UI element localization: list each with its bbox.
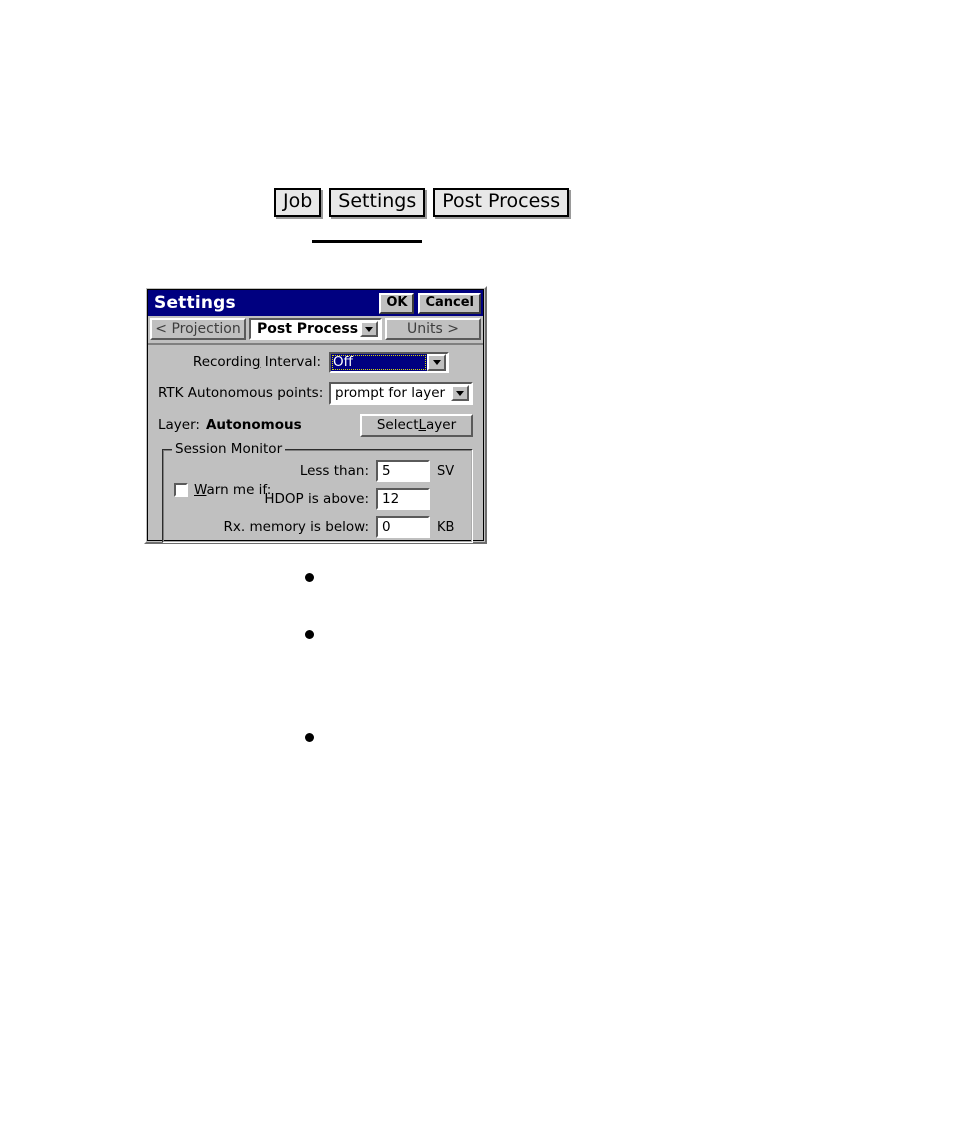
- layer-row: Layer: Autonomous Select Layer: [148, 413, 483, 437]
- dialog-body: Recording Interval: Off RTK Autonomous p…: [148, 351, 483, 543]
- warn-me-if-label-accel: W: [194, 482, 207, 498]
- breadcrumb: Job Settings Post Process: [274, 188, 570, 217]
- layer-caption: Layer:: [158, 417, 200, 433]
- dialog-titlebar: Settings OK Cancel: [148, 290, 483, 316]
- less-than-label: Less than:: [299, 463, 369, 479]
- hdop-above-row: HDOP is above: 12: [264, 488, 463, 510]
- rtk-autonomous-points-row: RTK Autonomous points: prompt for layer: [148, 381, 483, 405]
- rx-memory-below-label: Rx. memory is below:: [223, 519, 369, 535]
- bullet-item-3: [305, 733, 314, 742]
- hdop-above-label: HDOP is above:: [264, 491, 369, 507]
- breadcrumb-button-post-process[interactable]: Post Process: [433, 188, 570, 217]
- less-than-sv-unit: SV: [437, 463, 455, 479]
- select-layer-button[interactable]: Select Layer: [360, 413, 473, 437]
- ok-button[interactable]: OK: [379, 292, 415, 314]
- tab-current-label: Post Process: [257, 321, 359, 337]
- rx-memory-below-row: Rx. memory is below: 0 KB: [224, 516, 463, 538]
- horizontal-rule: [312, 240, 422, 243]
- titlebar-button-group: OK Cancel: [379, 292, 481, 314]
- rx-memory-below-input[interactable]: 0: [376, 516, 430, 538]
- recording-interval-value[interactable]: Off: [331, 353, 427, 371]
- less-than-sv-input[interactable]: 5: [376, 460, 430, 482]
- select-layer-label-post: ayer: [426, 417, 457, 433]
- warn-me-if-checkbox[interactable]: [174, 483, 188, 497]
- select-layer-label-pre: Select: [376, 417, 419, 433]
- warn-me-if-label-post: arn me if:: [206, 482, 272, 498]
- recording-interval-label-post: Interval:: [260, 354, 321, 370]
- session-monitor-group: Session Monitor Warn me if: Less than: 5…: [162, 442, 473, 543]
- rx-memory-below-unit: KB: [437, 519, 455, 535]
- cancel-button[interactable]: Cancel: [418, 292, 481, 314]
- chevron-down-icon[interactable]: [427, 353, 446, 371]
- rtk-autonomous-points-combobox[interactable]: prompt for layer: [329, 381, 473, 405]
- recording-interval-label: Recording Interval:: [158, 354, 321, 370]
- rtk-autonomous-points-value: prompt for layer: [335, 385, 446, 401]
- tab-previous-projection[interactable]: < Projection: [150, 318, 246, 340]
- select-layer-label-accel: L: [418, 417, 427, 433]
- rtk-autonomous-points-label: RTK Autonomous points:: [158, 385, 324, 401]
- breadcrumb-button-job[interactable]: Job: [274, 188, 322, 217]
- dialog-inner-frame: Settings OK Cancel < Projection Post Pro…: [147, 289, 484, 543]
- warn-me-if-label: Warn me if:: [194, 482, 271, 498]
- bullet-item-2: [305, 630, 314, 639]
- recording-interval-label-pre: Recordin: [192, 354, 252, 370]
- settings-dialog: Settings OK Cancel < Projection Post Pro…: [144, 286, 487, 544]
- dialog-title: Settings: [154, 293, 236, 313]
- tab-next-units[interactable]: Units >: [385, 318, 481, 340]
- chevron-down-icon[interactable]: [451, 385, 469, 401]
- bullet-item-1: [305, 573, 314, 582]
- tab-pager-row: < Projection Post Process Units >: [148, 316, 483, 345]
- session-monitor-legend: Session Monitor: [172, 442, 286, 456]
- chevron-down-icon[interactable]: [360, 321, 378, 337]
- recording-interval-row: Recording Interval: Off: [148, 351, 483, 373]
- hdop-above-input[interactable]: 12: [376, 488, 430, 510]
- breadcrumb-button-settings[interactable]: Settings: [329, 188, 426, 217]
- recording-interval-combobox[interactable]: Off: [329, 351, 449, 373]
- less-than-sv-row: Less than: 5 SV: [300, 460, 463, 482]
- layer-value: Autonomous: [205, 417, 302, 433]
- tab-current-post-process[interactable]: Post Process: [249, 318, 382, 340]
- warn-me-if-row[interactable]: Warn me if:: [174, 482, 271, 498]
